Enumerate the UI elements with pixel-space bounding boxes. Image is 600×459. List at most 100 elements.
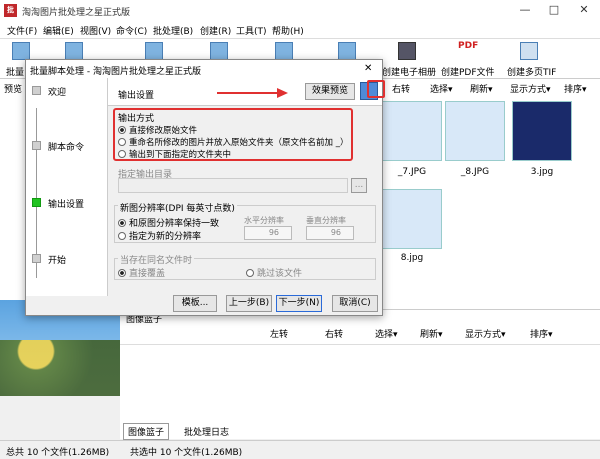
- step-marker: [32, 254, 41, 263]
- cancel-button[interactable]: 取消(C): [332, 295, 378, 312]
- tab-batch-log[interactable]: 批处理日志: [180, 424, 233, 439]
- step-connector: [36, 108, 37, 278]
- thumbnail-label: _8.JPG: [460, 167, 490, 177]
- v-resolution-input[interactable]: 96: [306, 226, 354, 240]
- output-dir-input[interactable]: [118, 178, 348, 193]
- menu-edit[interactable]: 编辑(E): [43, 24, 74, 37]
- image-basket-pane: 图像篮子 左转 右转 选择▾ 刷新▾ 显示方式▾ 排序▾ 图像篮子 批处理日志: [120, 309, 600, 440]
- h-resolution-input[interactable]: 96: [244, 226, 292, 240]
- menu-tools[interactable]: 工具(T): [236, 24, 267, 37]
- same-name-option[interactable]: 跳过该文件: [246, 266, 302, 279]
- dialog-title: 批量脚本处理 - 淘淘图片批处理之星正式版: [30, 67, 201, 77]
- sunflower-image: [0, 340, 120, 396]
- create-tif-button[interactable]: 创建多页TIF: [507, 65, 556, 78]
- step-script-commands[interactable]: 脚本命令: [48, 140, 84, 153]
- batch-script-dialog: 批量脚本处理 - 淘淘图片批处理之星正式版 ✕ 欢迎 脚本命令 输出设置 开始 …: [25, 59, 383, 316]
- basket-content: [120, 344, 600, 420]
- menu-command[interactable]: 命令(C): [116, 24, 147, 37]
- radio[interactable]: [246, 269, 254, 277]
- minimize-button[interactable]: —: [511, 2, 539, 18]
- title-bar: 批 淘淘图片批处理之星正式版 — □ ✕: [0, 0, 600, 21]
- prev-step-button[interactable]: 上一步(B): [226, 295, 272, 312]
- same-name-option-label: 跳过该文件: [257, 269, 303, 279]
- toolbar-icon[interactable]: [338, 42, 356, 60]
- rotate-right-button[interactable]: 右转: [392, 82, 410, 98]
- rotate-left-button[interactable]: 左转: [270, 327, 288, 343]
- template-button[interactable]: 模板...: [173, 295, 217, 312]
- sort-dropdown[interactable]: 排序▾: [530, 327, 553, 343]
- toolbar-icon[interactable]: [210, 42, 228, 60]
- menu-help[interactable]: 帮助(H): [272, 24, 304, 37]
- create-album-button[interactable]: 创建电子相册: [382, 65, 436, 78]
- refresh-dropdown[interactable]: 刷新▾: [420, 327, 443, 343]
- browse-button[interactable]: ...: [351, 178, 367, 193]
- thumbnail[interactable]: [512, 101, 572, 161]
- status-total: 总共 10 个文件(1.26MB): [6, 448, 110, 458]
- batch-icon[interactable]: [12, 42, 30, 60]
- v-resolution-label: 垂直分辨率: [306, 216, 346, 225]
- same-name-title: 当存在同名文件时: [118, 253, 195, 266]
- resolution-option-label: 指定为新的分辨率: [129, 232, 202, 242]
- create-pdf-button[interactable]: 创建PDF文件: [441, 65, 495, 78]
- same-name-option[interactable]: 直接覆盖: [118, 266, 165, 279]
- highlight-box: [367, 80, 385, 98]
- rotate-right-button[interactable]: 右转: [325, 327, 343, 343]
- album-icon[interactable]: [398, 42, 416, 60]
- resolution-option[interactable]: 指定为新的分辨率: [118, 229, 201, 242]
- dialog-title-bar: 批量脚本处理 - 淘淘图片批处理之星正式版 ✕: [26, 60, 382, 78]
- preview-effect-button[interactable]: 效果预览: [305, 83, 355, 100]
- step-marker-active: [32, 198, 41, 207]
- select-dropdown[interactable]: 选择▾: [375, 327, 398, 343]
- app-logo: 批: [4, 4, 17, 17]
- thumbnail-label: _7.JPG: [397, 167, 427, 177]
- preview-label: 预览: [4, 85, 23, 95]
- dialog-header-title: 输出设置: [118, 91, 155, 101]
- step-marker: [32, 86, 41, 95]
- status-selected: 共选中 10 个文件(1.26MB): [130, 448, 243, 458]
- highlight-box: [113, 108, 353, 161]
- select-dropdown[interactable]: 选择▾: [430, 82, 453, 98]
- thumbnail[interactable]: [382, 189, 442, 249]
- toolbar-icon[interactable]: [145, 42, 163, 60]
- resolution-option[interactable]: 和原图分辨率保持一致: [118, 216, 219, 229]
- resolution-title: 新图分辨率(DPI 每英寸点数): [118, 201, 237, 214]
- display-mode-dropdown[interactable]: 显示方式▾: [510, 82, 551, 98]
- radio-selected[interactable]: [118, 269, 126, 277]
- maximize-button[interactable]: □: [540, 2, 568, 18]
- thumbnail-label: 8.jpg: [400, 253, 424, 263]
- status-bar: 总共 10 个文件(1.26MB) 共选中 10 个文件(1.26MB): [0, 440, 600, 459]
- menu-create[interactable]: 创建(R): [200, 24, 231, 37]
- annotation-arrow: [217, 88, 288, 98]
- h-resolution-label: 水平分辨率: [244, 216, 284, 225]
- menu-batch[interactable]: 批处理(B): [153, 24, 193, 37]
- menu-bar: 文件(F) 编辑(E) 视图(V) 命令(C) 批处理(B) 创建(R) 工具(…: [0, 21, 600, 39]
- step-start[interactable]: 开始: [48, 253, 66, 266]
- display-mode-dropdown[interactable]: 显示方式▾: [465, 327, 506, 343]
- next-step-button[interactable]: 下一步(N): [276, 295, 322, 312]
- tif-icon[interactable]: [520, 42, 538, 60]
- step-welcome[interactable]: 欢迎: [48, 85, 66, 98]
- image-browser: 右转 选择▾ 刷新▾ 显示方式▾ 排序▾ _7.JPG _8.JPG 3.jpg…: [360, 79, 600, 309]
- tab-image-basket[interactable]: 图像篮子: [123, 423, 170, 440]
- thumbnail[interactable]: [445, 101, 505, 161]
- refresh-dropdown[interactable]: 刷新▾: [470, 82, 493, 98]
- radio[interactable]: [118, 232, 126, 240]
- thumbnail[interactable]: [382, 101, 442, 161]
- step-marker: [32, 141, 41, 150]
- close-button[interactable]: ✕: [570, 2, 598, 18]
- dialog-close-button[interactable]: ✕: [364, 63, 372, 74]
- menu-file[interactable]: 文件(F): [7, 24, 37, 37]
- step-output-settings[interactable]: 输出设置: [48, 197, 84, 210]
- wizard-steps: 欢迎 脚本命令 输出设置 开始: [26, 78, 108, 296]
- pdf-icon[interactable]: PDF: [458, 41, 478, 51]
- toolbar-icon[interactable]: [65, 42, 83, 60]
- menu-view[interactable]: 视图(V): [80, 24, 111, 37]
- radio-selected[interactable]: [118, 219, 126, 227]
- thumbnail-label: 3.jpg: [530, 167, 554, 177]
- toolbar-icon[interactable]: [275, 42, 293, 60]
- toolbar-batch-label: 批量: [6, 68, 25, 78]
- sort-dropdown[interactable]: 排序▾: [564, 82, 587, 98]
- same-name-option-label: 直接覆盖: [129, 269, 166, 279]
- app-title: 淘淘图片批处理之星正式版: [22, 8, 131, 18]
- resolution-option-label: 和原图分辨率保持一致: [129, 219, 220, 229]
